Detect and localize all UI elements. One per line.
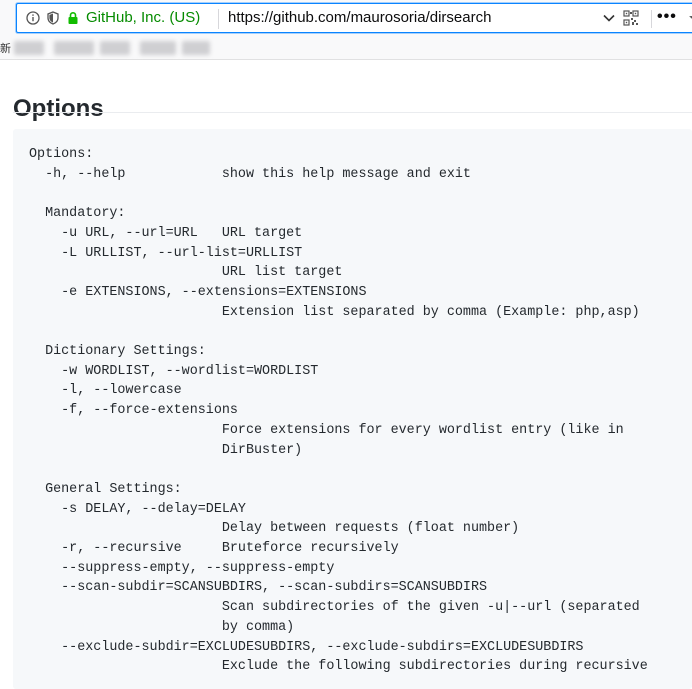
code-line: --scan-subdir=SCANSUBDIRS, --scan-subdir…: [29, 580, 488, 596]
code-line: -L URLLIST, --url-list=URLLIST: [29, 245, 303, 261]
code-line: -l, --lowercase: [29, 383, 182, 399]
blurred-bookmark[interactable]: [14, 41, 44, 55]
blurred-bookmark[interactable]: [140, 41, 176, 55]
page-heading: Options: [13, 94, 104, 122]
code-line: Mandatory:: [29, 206, 126, 222]
code-line: -f, --force-extensions: [29, 403, 238, 419]
code-line: --suppress-empty, --suppress-empty: [29, 560, 335, 576]
shield-icon[interactable]: [46, 11, 60, 25]
more-icon[interactable]: •••: [657, 8, 677, 26]
heading-divider: [13, 112, 692, 113]
code-line: -e EXTENSIONS, --extensions=EXTENSIONS: [29, 284, 367, 300]
code-line: Dictionary Settings:: [29, 344, 206, 360]
address-bar[interactable]: GitHub, Inc. (US) https://github.com/mau…: [16, 3, 692, 33]
chevron-down-icon[interactable]: [602, 11, 616, 25]
code-line: URL list target: [29, 265, 343, 281]
bookmarks-bar: 新: [0, 36, 692, 60]
site-identity[interactable]: GitHub, Inc. (US): [86, 9, 200, 26]
code-line: General Settings:: [29, 481, 182, 497]
code-line: -h, --help show this help message and ex…: [29, 166, 471, 182]
url-text[interactable]: https://github.com/maurosoria/dirsearch: [228, 9, 491, 26]
code-line: Exclude the following subdirectories dur…: [29, 659, 648, 675]
toolbar-separator: [651, 10, 652, 28]
code-line: Options:: [29, 147, 94, 162]
code-line: Scan subdirectories of the given -u|--ur…: [29, 600, 640, 616]
identity-separator: [218, 9, 219, 29]
code-line: by comma): [29, 619, 295, 635]
code-line: -u URL, --url=URL URL target: [29, 225, 303, 241]
code-block: Options: -h, --help show this help messa…: [13, 129, 692, 689]
code-line: DirBuster): [29, 442, 303, 458]
code-line: Delay between requests (float number): [29, 521, 520, 537]
bookmark-label[interactable]: 新: [0, 40, 11, 56]
code-line: Force extensions for every wordlist entr…: [29, 422, 624, 438]
blurred-bookmark[interactable]: [100, 41, 130, 55]
code-line: -r, --recursive Bruteforce recursively: [29, 541, 399, 557]
browser-toolbar: GitHub, Inc. (US) https://github.com/mau…: [0, 0, 692, 36]
blurred-bookmark[interactable]: [54, 41, 94, 55]
blurred-bookmark[interactable]: [182, 41, 210, 55]
code-line: -s DELAY, --delay=DELAY: [29, 501, 246, 517]
code-line: -w WORDLIST, --wordlist=WORDLIST: [29, 363, 319, 379]
code-line: Extension list separated by comma (Examp…: [29, 304, 640, 320]
code-line: --exclude-subdir=EXCLUDESUBDIRS, --exclu…: [29, 639, 584, 655]
code-text: Options: -h, --help show this help messa…: [29, 145, 648, 677]
info-icon[interactable]: [26, 11, 40, 25]
qr-code-icon[interactable]: [623, 10, 639, 26]
lock-icon[interactable]: [66, 11, 80, 25]
